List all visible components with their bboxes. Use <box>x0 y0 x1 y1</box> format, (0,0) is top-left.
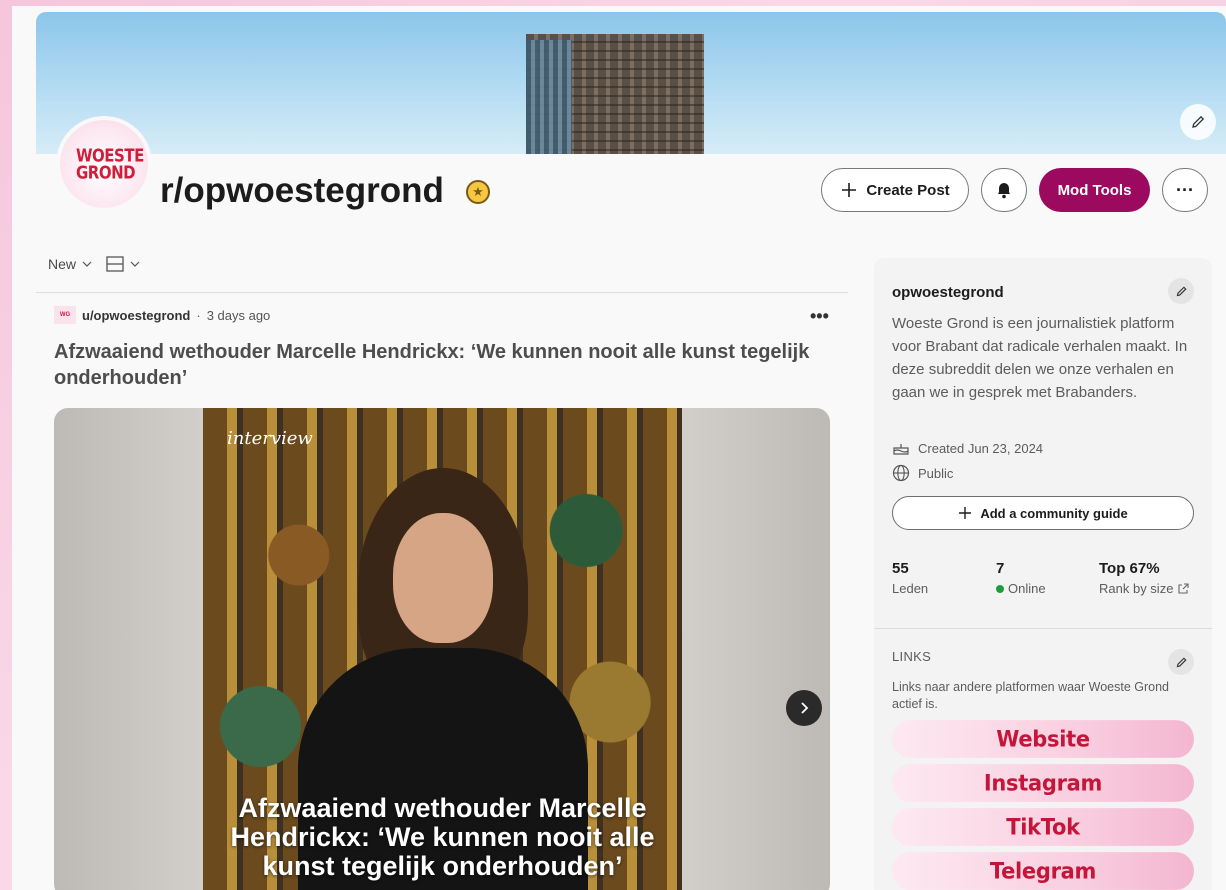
sidebar-description: Woeste Grond is een journalistiek platfo… <box>892 315 1188 401</box>
visibility-text: Public <box>918 465 954 481</box>
sort-dropdown[interactable]: New <box>48 256 92 272</box>
pencil-icon <box>1192 115 1205 128</box>
links-heading: LINKS <box>892 649 932 664</box>
media-tag: interview <box>227 428 313 449</box>
community-logo: WOESTE GROND <box>76 144 144 184</box>
stat-members: 55 Leden <box>892 560 928 596</box>
created-date: Created Jun 23, 2024 <box>892 440 1043 456</box>
meta-separator: · <box>196 307 201 323</box>
notifications-button[interactable] <box>981 168 1027 212</box>
online-count: 7 <box>996 560 1005 577</box>
post-title[interactable]: Afzwaaiend wethouder Marcelle Hendrickx:… <box>54 339 824 391</box>
members-count: 55 <box>892 560 909 577</box>
visibility: Public <box>892 464 953 482</box>
carousel-next-button[interactable] <box>786 690 822 726</box>
banner-building-image <box>526 34 704 154</box>
create-post-button[interactable]: Create Post <box>821 168 969 212</box>
post-media-carousel[interactable]: interview Afzwaaiend wethouder Marcelle … <box>54 408 830 890</box>
plus-icon <box>842 183 857 197</box>
online-dot-icon <box>996 584 1004 593</box>
feed-sort-bar: New <box>48 256 140 272</box>
cake-icon <box>893 444 909 455</box>
members-label: Leden <box>892 581 929 596</box>
links-description: Links naar andere platformen waar Woeste… <box>892 680 1170 711</box>
banner-edit-button[interactable] <box>1180 104 1216 140</box>
chevron-right-icon <box>801 702 809 714</box>
page-title: r/opwoestegrond <box>160 171 444 210</box>
post-time: 3 days ago <box>206 307 271 323</box>
add-community-guide-button[interactable]: Add a community guide <box>892 496 1194 530</box>
sidebar-edit-button[interactable] <box>1168 278 1194 304</box>
sidebar-community-name: opwoestegrond <box>892 284 1004 301</box>
rank-label: Rank by size <box>1099 581 1174 596</box>
link-telegram[interactable]: Telegram <box>892 852 1194 890</box>
link-website[interactable]: Website <box>892 720 1194 758</box>
pencil-icon <box>1176 285 1187 296</box>
link-instagram[interactable]: Instagram <box>892 764 1194 802</box>
bell-icon <box>998 183 1010 199</box>
more-options-label: ··· <box>1176 179 1194 200</box>
post-image: interview Afzwaaiend wethouder Marcelle … <box>203 408 682 890</box>
sidebar-divider <box>874 628 1212 629</box>
achievement-badge-icon[interactable]: ★ <box>466 180 490 204</box>
plus-icon <box>959 507 972 519</box>
created-date-text: Created Jun 23, 2024 <box>918 440 1044 456</box>
media-caption: Afzwaaiend wethouder Marcelle Hendrickx:… <box>230 793 655 881</box>
online-label: Online <box>1008 581 1046 596</box>
chevron-down-icon <box>82 261 92 267</box>
external-link-icon <box>1178 582 1189 594</box>
create-post-label: Create Post <box>866 181 950 199</box>
layout-card-icon <box>106 256 124 272</box>
chevron-down-icon <box>130 261 140 267</box>
links-edit-button[interactable] <box>1168 649 1194 675</box>
post-meta: WG u/opwoestegrond · 3 days ago <box>54 306 270 324</box>
feed-divider <box>36 292 848 293</box>
globe-icon <box>892 464 910 482</box>
community-sidebar: opwoestegrond Woeste Grond is een journa… <box>874 258 1212 890</box>
pencil-icon <box>1176 656 1187 667</box>
guide-label: Add a community guide <box>980 505 1128 521</box>
stat-online: 7 Online <box>996 560 1046 596</box>
link-tiktok[interactable]: TikTok <box>892 808 1194 846</box>
community-avatar[interactable]: WOESTE GROND <box>56 116 152 212</box>
more-options-button[interactable]: ··· <box>1162 168 1208 212</box>
post-more-button[interactable]: ••• <box>810 306 829 327</box>
author-avatar[interactable]: WG <box>54 306 76 324</box>
sort-label: New <box>48 256 77 272</box>
rank-value: Top 67% <box>1099 560 1160 577</box>
stat-rank[interactable]: Top 67% Rank by size <box>1099 560 1189 596</box>
post-author[interactable]: u/opwoestegrond <box>82 308 190 323</box>
mod-tools-button[interactable]: Mod Tools <box>1039 168 1150 212</box>
view-mode-dropdown[interactable] <box>106 256 140 272</box>
community-banner <box>36 12 1226 154</box>
page-window: WOESTE GROND r/opwoestegrond ★ Create Po… <box>12 6 1226 890</box>
